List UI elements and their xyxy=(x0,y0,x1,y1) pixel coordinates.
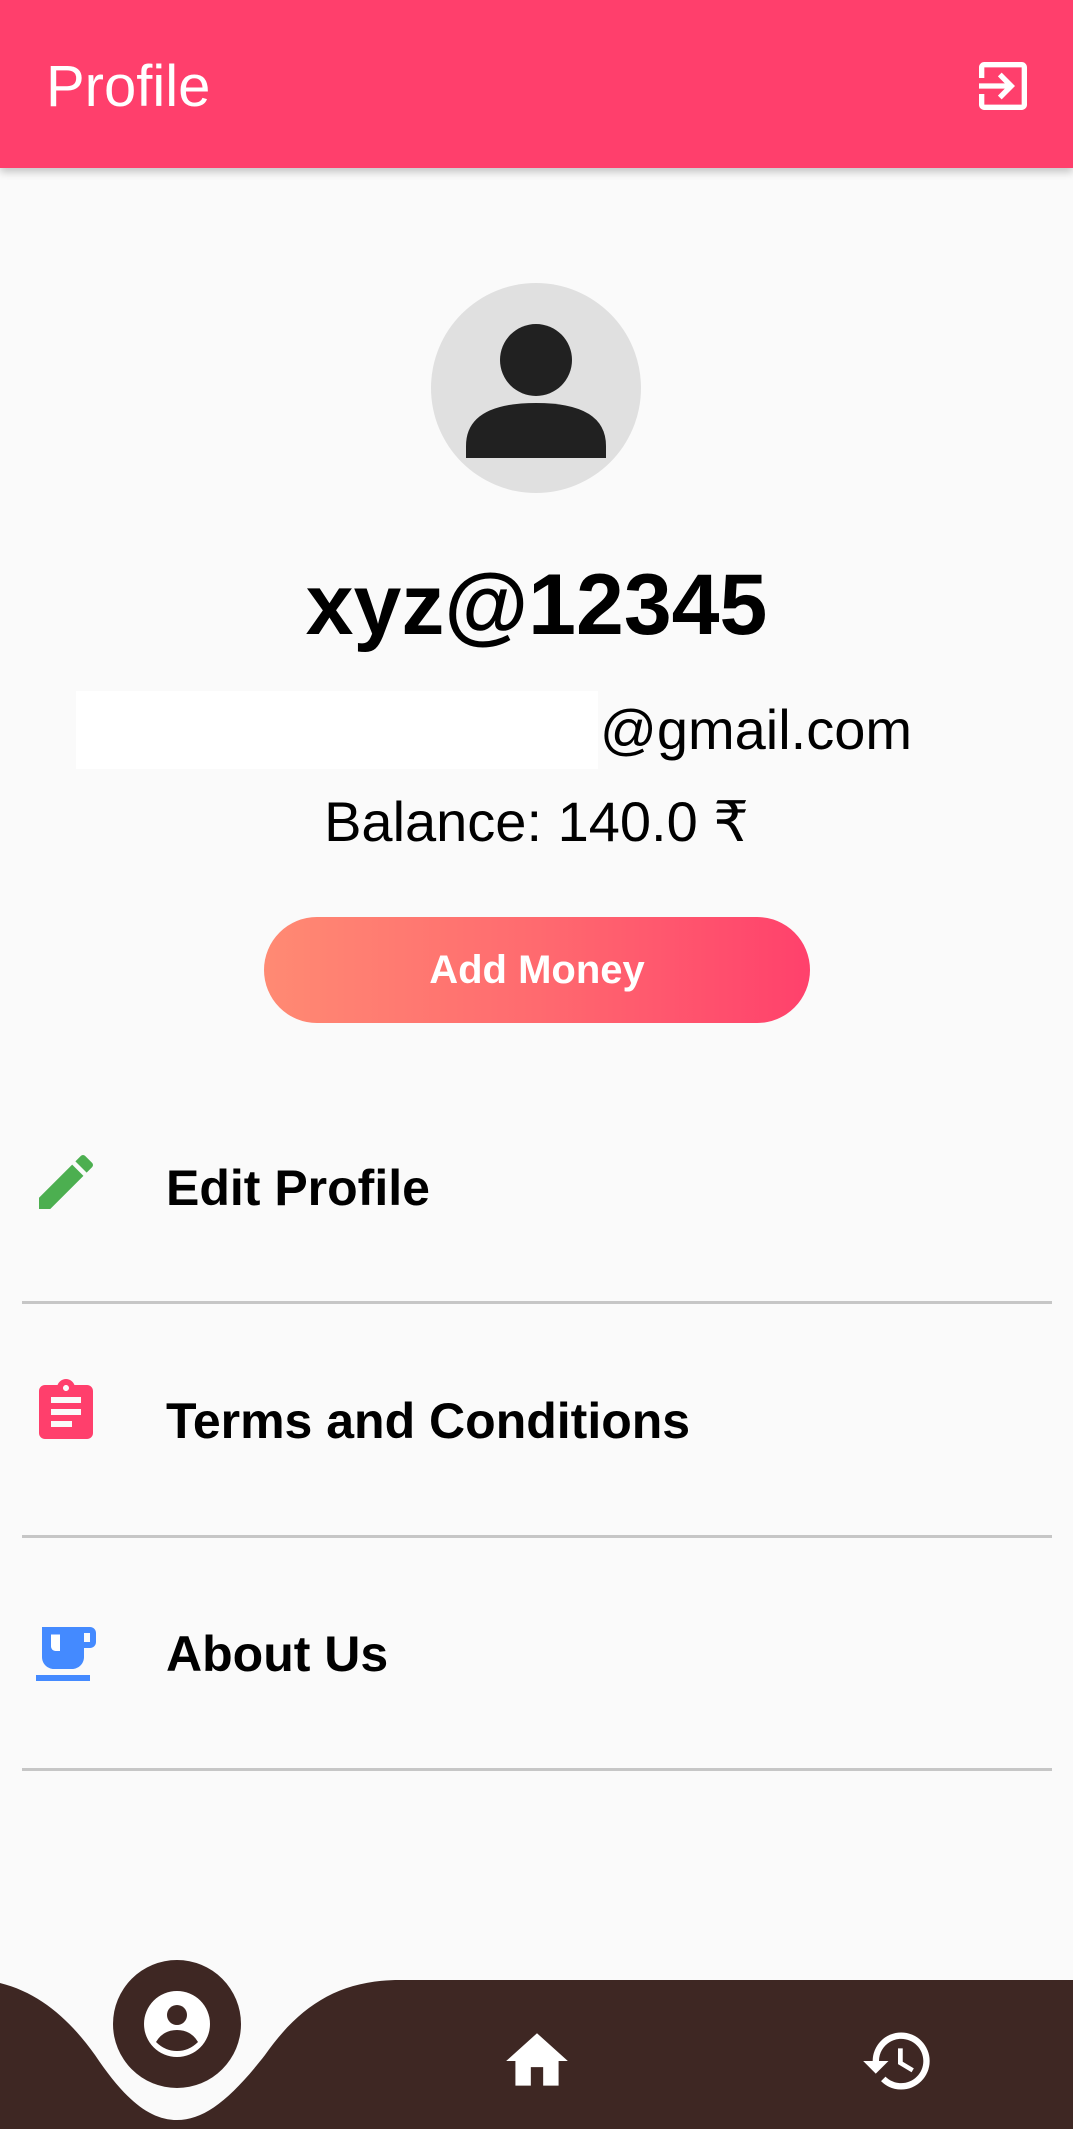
menu-item-label: Terms and Conditions xyxy=(166,1393,691,1449)
home-icon xyxy=(506,2033,568,2086)
nav-account-button[interactable] xyxy=(113,1960,241,2088)
page-title: Profile xyxy=(46,54,211,119)
profile-screen: Profile xyz@12345 @gmail.com Balance: 14… xyxy=(0,0,1073,2129)
logout-button[interactable] xyxy=(971,54,1035,118)
menu-item-label: About Us xyxy=(166,1626,389,1682)
username: xyz@12345 xyxy=(305,557,768,653)
history-icon xyxy=(863,2032,930,2090)
menu-item-label: Edit Profile xyxy=(166,1160,430,1216)
app-bar: Profile xyxy=(0,0,1073,168)
coffee-cup-icon xyxy=(36,1627,96,1681)
nav-history-button[interactable] xyxy=(860,2023,936,2099)
menu-item-edit-profile[interactable]: Edit Profile xyxy=(22,1070,1052,1304)
menu-item-terms[interactable]: Terms and Conditions xyxy=(22,1304,1052,1538)
balance-label: Balance: xyxy=(324,790,543,853)
add-money-button[interactable]: Add Money xyxy=(264,917,810,1023)
email-domain: @gmail.com xyxy=(600,698,913,761)
nav-home-button[interactable] xyxy=(500,2024,574,2098)
pencil-icon xyxy=(39,1154,94,1209)
menu-item-about-us[interactable]: About Us xyxy=(22,1538,1052,1772)
bottom-navigation-bar xyxy=(0,1960,1073,2129)
account-circle-icon xyxy=(113,1960,241,2088)
avatar[interactable] xyxy=(431,283,641,493)
clipboard-icon xyxy=(39,1379,93,1439)
balance-value: 140.0 ₹ xyxy=(557,790,749,853)
balance: Balance: 140.0 ₹ xyxy=(0,787,1073,857)
divider xyxy=(22,1768,1052,1771)
email-redacted-block xyxy=(76,691,598,769)
email: @gmail.com xyxy=(76,690,912,770)
person-icon xyxy=(466,324,606,458)
logout-icon xyxy=(979,62,1027,110)
